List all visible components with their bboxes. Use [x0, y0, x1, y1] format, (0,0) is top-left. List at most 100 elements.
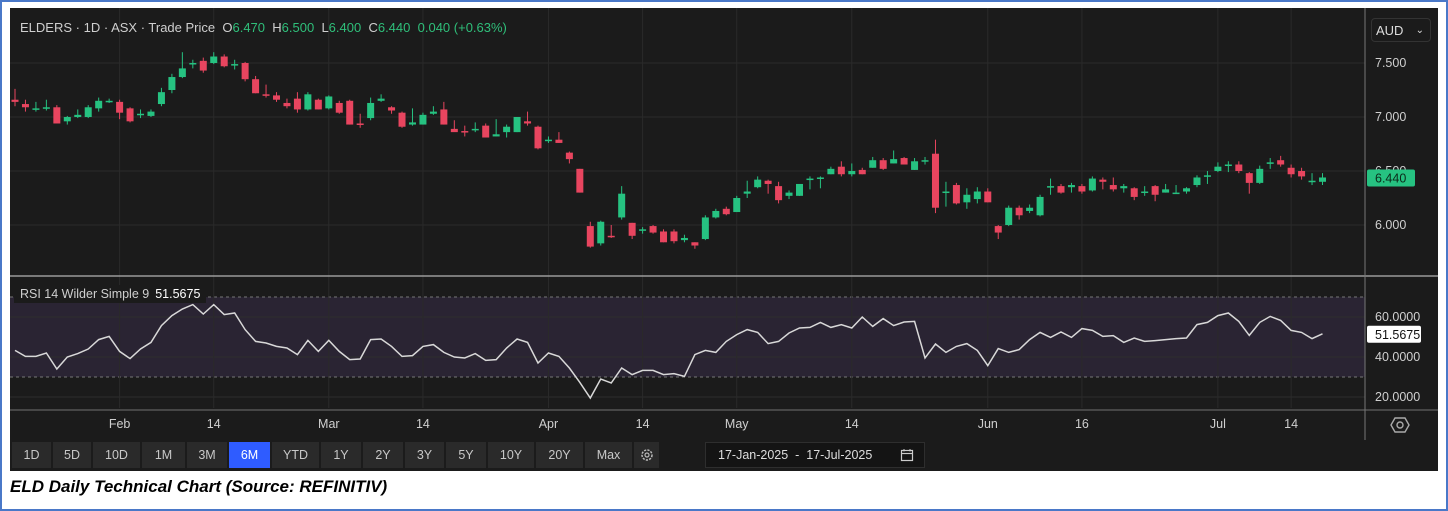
candle-up — [1224, 164, 1232, 167]
price-tick-label: 7.500 — [1375, 56, 1406, 70]
candle-up — [973, 191, 981, 200]
candle-down — [252, 79, 260, 94]
close-label: C — [368, 20, 378, 35]
candle-up — [1162, 189, 1170, 193]
range-button-3y[interactable]: 3Y — [405, 442, 444, 468]
x-tick-label: 14 — [1284, 417, 1298, 431]
candle-down — [126, 108, 134, 122]
candle-up — [1214, 166, 1222, 171]
chevron-down-icon: ⌄ — [1415, 25, 1424, 36]
candle-down — [586, 226, 594, 247]
x-tick-label: 14 — [636, 417, 650, 431]
candle-up — [157, 92, 165, 105]
candle-up — [1266, 162, 1274, 164]
range-button-1m[interactable]: 1M — [142, 442, 185, 468]
candle-up — [921, 160, 929, 162]
candle-up — [1088, 178, 1096, 191]
candle-down — [764, 180, 772, 184]
range-button-6m[interactable]: 6M — [229, 442, 270, 468]
range-button-20y[interactable]: 20Y — [536, 442, 583, 468]
candle-down — [1287, 167, 1295, 175]
candle-down — [388, 107, 396, 111]
candle-up — [806, 178, 814, 181]
legend-symbol: ELDERS — [20, 20, 73, 35]
candle-down — [482, 125, 490, 138]
range-button-10y[interactable]: 10Y — [488, 442, 534, 468]
candle-up — [168, 77, 176, 90]
legend-interval: 1D — [83, 20, 101, 35]
candle-down — [346, 100, 354, 125]
candle-up — [74, 114, 82, 117]
candle-down — [262, 94, 270, 96]
candle-up — [419, 114, 427, 125]
candle-down — [1277, 160, 1285, 165]
candle-up — [796, 183, 803, 196]
candle-up — [503, 126, 511, 133]
date-range-picker[interactable]: 17-Jan-2025 - 17-Jul-2025 — [705, 442, 925, 468]
currency-value: AUD — [1376, 23, 1404, 38]
price-tick-label: 6.000 — [1375, 218, 1406, 232]
range-button-5d[interactable]: 5D — [53, 442, 91, 468]
candle-up — [701, 217, 709, 240]
candle-down — [879, 160, 887, 169]
candle-down — [440, 109, 448, 125]
candle-down — [1078, 186, 1086, 192]
candle-up — [1120, 186, 1128, 189]
candle-up — [712, 210, 720, 218]
candle-down — [116, 101, 124, 113]
candle-down — [398, 112, 406, 127]
candle-down — [524, 121, 532, 124]
candle-up — [1047, 186, 1055, 188]
x-tick-label: 14 — [416, 417, 430, 431]
candle-up — [137, 113, 145, 116]
candle-up — [32, 108, 40, 110]
range-button-3m[interactable]: 3M — [187, 442, 227, 468]
low-label: L — [321, 20, 329, 35]
candle-down — [1130, 188, 1138, 197]
range-button-10d[interactable]: 10D — [93, 442, 140, 468]
candle-down — [837, 166, 845, 175]
candle-down — [1151, 186, 1159, 195]
candle-down — [994, 226, 1002, 233]
candle-up — [1036, 196, 1044, 216]
rsi-tick-label: 20.0000 — [1375, 390, 1420, 404]
x-tick-label: Mar — [318, 417, 340, 431]
candle-down — [450, 128, 458, 133]
candle-up — [513, 117, 521, 133]
candle-up — [618, 193, 626, 218]
x-tick-label: Jul — [1210, 417, 1226, 431]
candle-down — [576, 168, 584, 193]
chart-settings-icon[interactable] — [1390, 415, 1410, 435]
rsi-legend: RSI 14 Wilder Simple 9 51.5675 — [14, 285, 207, 303]
candle-down — [21, 104, 29, 108]
candle-down — [722, 208, 730, 215]
range-button-5y[interactable]: 5Y — [446, 442, 486, 468]
currency-select[interactable]: AUD ⌄ — [1371, 18, 1431, 42]
candle-up — [377, 98, 385, 101]
candle-up — [1005, 207, 1013, 225]
range-button-2y[interactable]: 2Y — [363, 442, 403, 468]
x-tick-label: May — [725, 417, 749, 431]
calendar-icon — [900, 449, 914, 462]
candle-up — [1172, 192, 1180, 195]
candle-up — [189, 63, 197, 65]
candle-up — [63, 117, 71, 122]
price-and-rsi-chart[interactable]: Feb 14 Mar 14 Apr 14 May 14 Jun 16 Jul 14 7.500 7.000… — [0, 0, 1448, 511]
gear-icon[interactable] — [634, 442, 659, 468]
candle-down — [53, 107, 61, 124]
candle-up — [754, 179, 762, 188]
candle-down — [555, 139, 563, 143]
high-value: 6.500 — [281, 20, 315, 35]
candle-down — [1057, 186, 1065, 193]
rsi-tick-label: 60.0000 — [1375, 310, 1420, 324]
candle-down — [283, 102, 291, 107]
candle-down — [220, 56, 228, 67]
range-button-max[interactable]: Max — [585, 442, 632, 468]
range-button-1d[interactable]: 1D — [12, 442, 51, 468]
candle-up — [95, 100, 103, 109]
last-price-badge: 6.440 — [1375, 171, 1406, 185]
candle-down — [1109, 185, 1117, 190]
range-button-1y[interactable]: 1Y — [321, 442, 361, 468]
open-value: 6.470 — [232, 20, 266, 35]
range-button-ytd[interactable]: YTD — [272, 442, 319, 468]
